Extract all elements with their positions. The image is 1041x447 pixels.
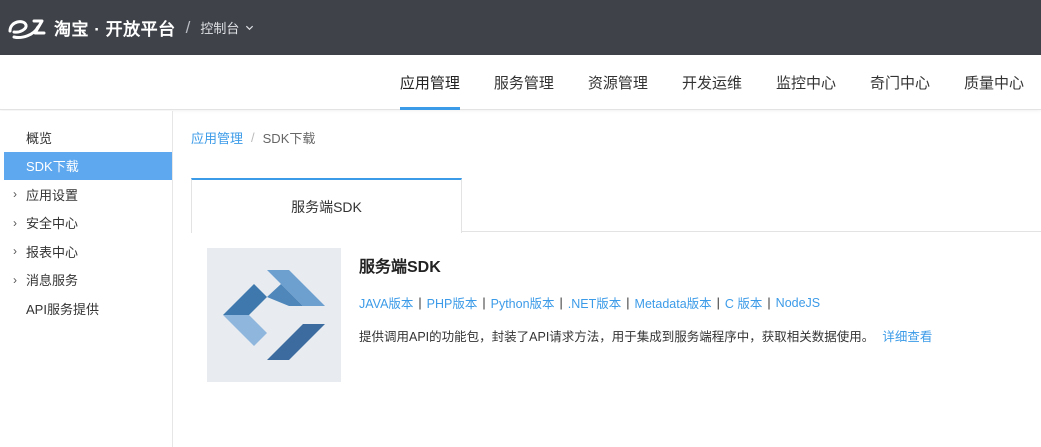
sdk-description: 提供调用API的功能包，封装了API请求方法，用于集成到服务端程序中，获取相关数…: [359, 326, 932, 345]
sdk-logo-image: [207, 248, 341, 382]
console-label: 控制台: [200, 21, 240, 36]
link-separator: |: [418, 295, 422, 310]
sidebar-item-label: API服务提供: [26, 301, 99, 317]
nav-item-2[interactable]: 资源管理: [571, 55, 665, 110]
main-nav-items: 应用管理 服务管理 资源管理 开发运维 监控中心 奇门中心 质量中心: [383, 55, 1041, 110]
detail-link[interactable]: 详细查看: [882, 330, 932, 344]
sdk-link-6[interactable]: NodeJS: [776, 296, 820, 310]
link-separator: |: [559, 295, 563, 310]
breadcrumb-separator: /: [251, 130, 255, 145]
console-dropdown[interactable]: 控制台: [200, 18, 254, 37]
link-separator: |: [767, 295, 771, 310]
sdk-link-5[interactable]: C 版本: [725, 293, 763, 312]
nav-item-3[interactable]: 开发运维: [665, 55, 759, 110]
sidebar-item-label: 报表中心: [26, 244, 79, 260]
nav-item-5[interactable]: 奇门中心: [853, 55, 947, 110]
main-nav: 应用管理 服务管理 资源管理 开发运维 监控中心 奇门中心 质量中心: [0, 55, 1041, 110]
chevron-down-icon: [246, 25, 254, 31]
sidebar-item-0[interactable]: 概览: [4, 123, 172, 152]
sdk-link-4[interactable]: Metadata版本: [635, 293, 712, 312]
breadcrumb-parent-link[interactable]: 应用管理: [191, 128, 243, 147]
logo[interactable]: 淘宝 · 开放平台: [4, 13, 176, 43]
link-separator: |: [716, 295, 720, 310]
link-separator: |: [482, 295, 486, 310]
sidebar-item-2[interactable]: › 应用设置: [4, 180, 172, 209]
sdk-logo-icon: [223, 270, 325, 360]
tab-server-sdk[interactable]: 服务端SDK: [191, 178, 462, 233]
sidebar-item-5[interactable]: › 消息服务: [4, 266, 172, 295]
breadcrumb-current: SDK下载: [262, 131, 316, 146]
sdk-description-text: 提供调用API的功能包，封装了API请求方法，用于集成到服务端程序中，获取相关数…: [359, 330, 875, 344]
sdk-link-3[interactable]: .NET版本: [568, 293, 621, 312]
chevron-right-icon: ›: [13, 272, 17, 287]
top-bar: 淘宝 · 开放平台 / 控制台: [0, 0, 1041, 55]
nav-item-4[interactable]: 监控中心: [759, 55, 853, 110]
sidebar-item-label: SDK下载: [26, 159, 79, 175]
header-separator: /: [185, 17, 191, 37]
sidebar-item-1[interactable]: SDK下载: [4, 151, 172, 180]
nav-item-1[interactable]: 服务管理: [477, 55, 571, 110]
sidebar-item-3[interactable]: › 安全中心: [4, 209, 172, 238]
nav-item-0[interactable]: 应用管理: [383, 55, 477, 110]
sidebar-item-6[interactable]: API服务提供: [4, 294, 172, 323]
sidebar-item-label: 消息服务: [26, 273, 79, 289]
chevron-right-icon: ›: [13, 187, 17, 202]
sidebar-item-label: 安全中心: [26, 216, 79, 232]
breadcrumb: 应用管理 / SDK下载: [191, 128, 315, 147]
sdk-link-2[interactable]: Python版本: [491, 293, 555, 312]
sidebar-item-label: 概览: [26, 130, 53, 146]
sdk-version-links: JAVA版本 | PHP版本 | Python版本 | .NET版本 | Metadata版本 |…: [359, 293, 820, 312]
nav-item-6[interactable]: 质量中心: [947, 55, 1041, 110]
chevron-right-icon: ›: [13, 244, 17, 259]
sdk-link-0[interactable]: JAVA版本: [359, 293, 413, 312]
sidebar-item-label: 应用设置: [26, 187, 79, 203]
sdk-title: 服务端SDK: [359, 259, 441, 276]
tabs-bar: 服务端SDK: [191, 178, 1041, 233]
link-separator: |: [626, 295, 630, 310]
alibaba-logo-icon: [8, 19, 46, 39]
sidebar-item-4[interactable]: › 报表中心: [4, 237, 172, 266]
chevron-right-icon: ›: [13, 215, 17, 230]
sidebar: 概览 SDK下载 › 应用设置 › 安全中心 › 报表中心 › 消息服务 API服务提供: [0, 111, 173, 447]
sdk-link-1[interactable]: PHP版本: [427, 293, 478, 312]
sidebar-list: 概览 SDK下载 › 应用设置 › 安全中心 › 报表中心 › 消息服务 API服务提供: [0, 111, 172, 323]
brand-title: 淘宝 · 开放平台: [54, 20, 176, 39]
